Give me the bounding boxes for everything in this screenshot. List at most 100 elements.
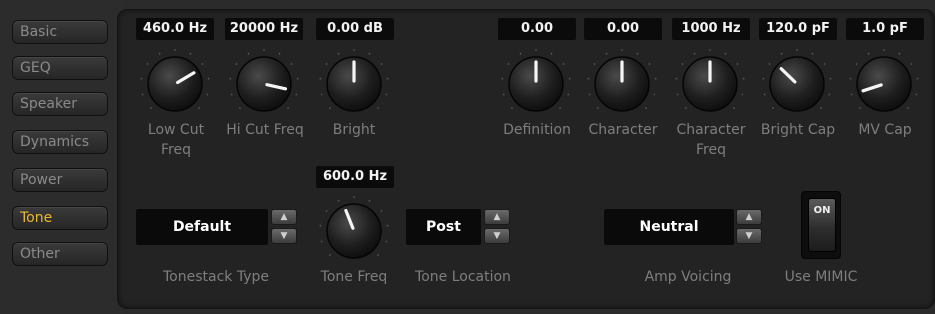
sidebar-item-basic[interactable]: Basic bbox=[12, 20, 108, 44]
knob-tick bbox=[198, 107, 200, 109]
tone-location-up-button[interactable]: ▲ bbox=[484, 209, 510, 225]
definition-readout: 0.00 bbox=[498, 18, 576, 40]
knob-tick bbox=[507, 63, 510, 65]
knob-tick bbox=[883, 49, 885, 51]
knob-tick bbox=[380, 210, 383, 212]
knob-graphic bbox=[319, 196, 389, 259]
knob-tick bbox=[377, 107, 379, 109]
sidebar: Basic GEQ Speaker Dynamics Power Tone Ot… bbox=[0, 0, 122, 314]
tone-panel: 460.0 Hz 20000 Hz 0.00 dB 0.00 0.00 1000… bbox=[117, 9, 935, 309]
knob-tick bbox=[368, 199, 371, 202]
knob-tick bbox=[741, 93, 744, 96]
knob-tick bbox=[501, 77, 504, 80]
knob-tick bbox=[597, 107, 599, 109]
knob-tick bbox=[550, 52, 553, 55]
knob-tick bbox=[915, 93, 918, 96]
knob-tick bbox=[385, 240, 388, 243]
knob-tick bbox=[780, 52, 783, 55]
low-cut-freq-readout: 460.0 Hz bbox=[136, 18, 214, 40]
knob-tick bbox=[768, 63, 771, 65]
tone-freq-knob[interactable] bbox=[316, 193, 392, 269]
definition-label: Definition bbox=[503, 122, 571, 138]
tonestack-type-select[interactable]: Default bbox=[136, 209, 268, 245]
knob-tick bbox=[239, 107, 241, 109]
sidebar-item-speaker[interactable]: Speaker bbox=[12, 92, 108, 116]
knob-tick bbox=[263, 49, 265, 51]
bright-cap-label: Bright Cap bbox=[760, 122, 836, 138]
knob-tick bbox=[207, 77, 210, 80]
knob-tick bbox=[910, 63, 913, 65]
knob-tick bbox=[850, 93, 853, 96]
knob-tick bbox=[709, 49, 711, 51]
knob-tick bbox=[829, 77, 832, 80]
tone-location-select[interactable]: Post bbox=[406, 209, 481, 245]
knob-tick bbox=[146, 63, 149, 65]
character-freq-label: Character Freq bbox=[670, 120, 752, 160]
sidebar-item-geq[interactable]: GEQ bbox=[12, 56, 108, 80]
knob-tick bbox=[353, 49, 355, 51]
hi-cut-freq-knob[interactable] bbox=[226, 46, 302, 122]
knob-tick bbox=[140, 77, 143, 80]
knob-tick bbox=[648, 63, 651, 65]
bright-knob[interactable] bbox=[316, 46, 392, 122]
knob-tick bbox=[811, 52, 814, 55]
knob-tick bbox=[587, 77, 590, 80]
knob-tick bbox=[290, 63, 293, 65]
hi-cut-freq-label: Hi Cut Freq bbox=[226, 122, 304, 138]
knob-tick bbox=[763, 93, 766, 96]
knob-tick bbox=[685, 107, 687, 109]
sidebar-item-dynamics[interactable]: Dynamics bbox=[12, 130, 108, 154]
amp-voicing-select[interactable]: Neutral bbox=[604, 209, 734, 245]
sidebar-item-other[interactable]: Other bbox=[12, 242, 108, 266]
knob-tick bbox=[796, 49, 798, 51]
tone-location-down-button[interactable]: ▼ bbox=[484, 228, 510, 244]
knob-tick bbox=[511, 107, 513, 109]
knob-tick bbox=[762, 77, 765, 80]
knob-tick bbox=[636, 52, 639, 55]
knob-body bbox=[769, 56, 825, 112]
mv-cap-label: MV Cap bbox=[858, 122, 912, 138]
knob-tick bbox=[337, 199, 340, 202]
use-mimic-toggle[interactable]: ON bbox=[801, 191, 841, 259]
tonestack-type-up-button[interactable]: ▲ bbox=[271, 209, 297, 225]
knob-tick bbox=[235, 63, 238, 65]
knob-graphic bbox=[229, 49, 299, 112]
sidebar-item-power[interactable]: Power bbox=[12, 168, 108, 192]
knob-tick bbox=[654, 77, 657, 80]
knob-tick bbox=[189, 52, 192, 55]
knob-tick bbox=[693, 52, 696, 55]
knob-tick bbox=[588, 93, 591, 96]
mv-cap-knob[interactable] bbox=[846, 46, 922, 122]
knob-tick bbox=[329, 107, 331, 109]
use-mimic-label: Use MIMIC bbox=[784, 269, 858, 285]
knob-tick bbox=[907, 107, 909, 109]
character-knob[interactable] bbox=[584, 46, 660, 122]
knob-tick bbox=[230, 93, 233, 96]
knob-tick bbox=[368, 52, 371, 55]
knob-tick bbox=[675, 77, 678, 80]
tonestack-type-label: Tonestack Type bbox=[163, 269, 269, 285]
knob-tick bbox=[820, 107, 822, 109]
knob-tick bbox=[823, 63, 826, 65]
sidebar-item-tone[interactable]: Tone bbox=[12, 206, 108, 230]
knob-graphic bbox=[140, 49, 210, 112]
knob-tick bbox=[325, 63, 328, 65]
mv-cap-readout: 1.0 pF bbox=[846, 18, 924, 40]
tonestack-type-down-button[interactable]: ▼ bbox=[271, 228, 297, 244]
knob-tick bbox=[320, 240, 323, 243]
amp-voicing-down-button[interactable]: ▼ bbox=[736, 228, 762, 244]
knob-tick bbox=[724, 52, 727, 55]
knob-tick bbox=[859, 107, 861, 109]
knob-tick bbox=[772, 107, 774, 109]
knob-tick bbox=[898, 52, 901, 55]
amp-voicing-label: Amp Voicing bbox=[644, 269, 732, 285]
knob-tick bbox=[559, 107, 561, 109]
character-freq-readout: 1000 Hz bbox=[672, 18, 750, 40]
amp-voicing-up-button[interactable]: ▲ bbox=[736, 209, 762, 225]
low-cut-freq-knob[interactable] bbox=[137, 46, 213, 122]
knob-tick bbox=[319, 77, 322, 80]
definition-knob[interactable] bbox=[498, 46, 574, 122]
tone-freq-readout: 600.0 Hz bbox=[316, 166, 394, 188]
bright-cap-knob[interactable] bbox=[759, 46, 835, 122]
character-freq-knob[interactable] bbox=[672, 46, 748, 122]
